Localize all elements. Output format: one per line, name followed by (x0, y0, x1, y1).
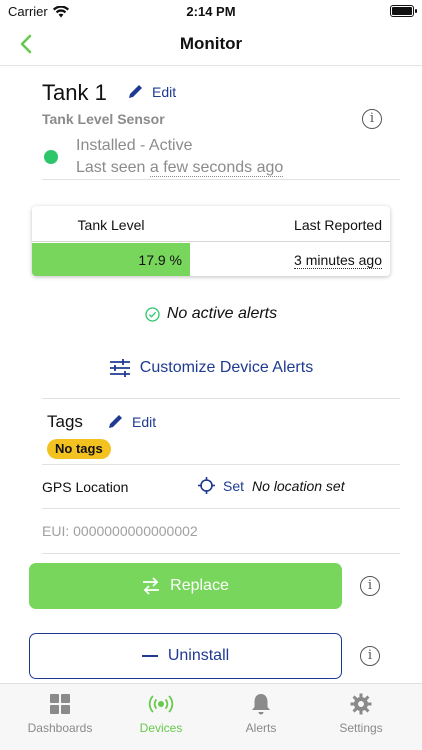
no-alerts-text: No active alerts (166, 305, 278, 322)
edit-device-button[interactable]: Edit (127, 83, 176, 100)
set-location-button[interactable]: Set (198, 477, 244, 494)
tab-devices[interactable]: Devices (108, 692, 214, 735)
no-tags-badge: No tags (47, 439, 111, 459)
replace-button[interactable]: Replace (29, 563, 342, 609)
tab-label: Devices (139, 721, 183, 735)
nav-bar: Monitor (0, 22, 422, 66)
tank-level-value: 17.9 % (138, 252, 182, 268)
uninstall-label: Uninstall (167, 647, 230, 664)
tab-dashboards[interactable]: Dashboards (7, 692, 113, 735)
tab-label: Alerts (245, 721, 277, 735)
customize-alerts-label: Customize Device Alerts (139, 359, 314, 376)
replace-label: Replace (170, 577, 229, 594)
pencil-icon (109, 415, 122, 428)
customize-alerts-button[interactable]: Customize Device Alerts (0, 359, 422, 377)
status-dot (44, 150, 58, 164)
last-seen: Last seen a few seconds ago (76, 159, 284, 177)
divider (42, 464, 400, 465)
grid-icon (50, 694, 70, 714)
tab-label: Dashboards (27, 721, 93, 735)
tab-settings[interactable]: Settings (308, 692, 414, 735)
crosshair-icon (198, 477, 215, 494)
sliders-icon (109, 359, 130, 377)
gear-icon (350, 693, 372, 715)
status-bar: Carrier 2:14 PM (0, 0, 422, 22)
gps-label: GPS Location (42, 479, 129, 495)
gps-value: No location set (252, 478, 345, 494)
tank-level-header: Tank Level (77, 217, 145, 233)
divider (42, 553, 400, 554)
device-name: Tank 1 (42, 80, 107, 105)
bell-icon (252, 694, 270, 715)
pencil-icon (129, 85, 142, 98)
device-type: Tank Level Sensor (42, 111, 165, 127)
last-reported-header: Last Reported (294, 217, 382, 233)
battery-icon (390, 5, 417, 17)
last-seen-value: a few seconds ago (149, 159, 284, 177)
tags-label: Tags (47, 412, 83, 431)
info-icon[interactable]: i (362, 109, 382, 129)
no-alerts-message: No active alerts (0, 305, 422, 323)
last-seen-prefix: Last seen (76, 159, 146, 176)
device-status: Installed - Active (76, 137, 193, 154)
clock: 2:14 PM (186, 4, 236, 19)
edit-tags-button[interactable]: Edit (107, 413, 156, 430)
info-icon[interactable]: i (360, 576, 380, 596)
broadcast-icon (148, 695, 174, 713)
last-reported-value: 3 minutes ago (294, 252, 382, 269)
page-title: Monitor (179, 34, 243, 53)
card-header: Tank Level Last Reported (32, 206, 390, 242)
set-location-label: Set (223, 477, 245, 494)
divider (42, 398, 400, 399)
edit-label: Edit (152, 83, 177, 100)
uninstall-button[interactable]: Uninstall (29, 633, 342, 679)
edit-label: Edit (132, 413, 157, 430)
divider (42, 179, 400, 180)
divider (42, 508, 400, 509)
device-eui: EUI: 0000000000000002 (42, 523, 198, 539)
tank-level-card: Tank Level Last Reported 17.9 % 3 minute… (32, 206, 390, 276)
tab-bar: Dashboards Devices Alerts Settings (0, 683, 422, 750)
tab-label: Settings (339, 721, 383, 735)
minus-icon (141, 655, 158, 657)
check-circle-icon (145, 306, 160, 322)
tab-alerts[interactable]: Alerts (208, 692, 314, 735)
info-icon[interactable]: i (360, 646, 380, 666)
swap-arrows-icon (143, 577, 160, 595)
